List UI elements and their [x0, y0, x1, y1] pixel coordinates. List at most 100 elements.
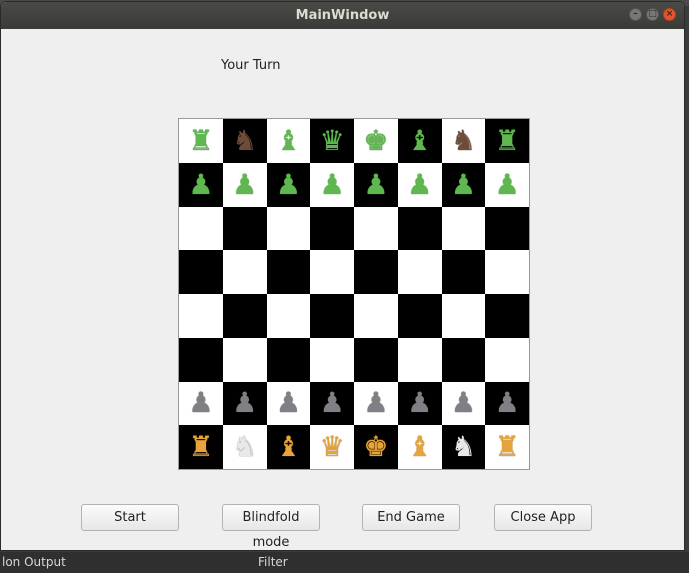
- board-square-f3[interactable]: [397, 337, 442, 382]
- board-square-f6[interactable]: [397, 206, 442, 251]
- pawn-icon[interactable]: ♟: [186, 169, 216, 200]
- knight-icon[interactable]: ♞: [448, 432, 478, 462]
- pawn-icon[interactable]: ♟: [361, 388, 391, 418]
- board-square-a5[interactable]: [179, 250, 223, 294]
- pawn-icon[interactable]: ♟: [230, 388, 260, 418]
- board-square-a1[interactable]: ♜: [179, 425, 223, 469]
- board-square-d2[interactable]: ♟: [310, 381, 354, 426]
- board-square-f7[interactable]: ♟: [397, 162, 442, 207]
- board-square-h3[interactable]: [485, 337, 529, 382]
- board-square-e3[interactable]: [354, 337, 398, 382]
- board-square-a8[interactable]: ♜: [179, 119, 223, 163]
- rook-icon[interactable]: ♜: [492, 432, 522, 462]
- minimize-icon[interactable]: –: [629, 8, 642, 21]
- board-square-g5[interactable]: [441, 250, 486, 294]
- pawn-icon[interactable]: ♟: [273, 169, 303, 200]
- title-bar[interactable]: MainWindow – □ ×: [1, 2, 684, 29]
- board-square-b8[interactable]: ♞: [222, 119, 267, 163]
- board-square-d7[interactable]: ♟: [310, 162, 354, 207]
- pawn-icon[interactable]: ♟: [448, 169, 478, 200]
- board-square-e5[interactable]: [354, 250, 398, 294]
- board-square-c1[interactable]: ♝: [266, 425, 311, 469]
- pawn-icon[interactable]: ♟: [273, 388, 303, 418]
- board-square-c4[interactable]: [266, 294, 311, 338]
- knight-icon[interactable]: ♞: [448, 125, 478, 156]
- board-square-g4[interactable]: [441, 294, 486, 338]
- board-square-a2[interactable]: ♟: [179, 381, 223, 426]
- board-square-d3[interactable]: [310, 337, 354, 382]
- close-icon[interactable]: ×: [663, 8, 676, 21]
- board-square-b6[interactable]: [222, 206, 267, 251]
- board-square-e6[interactable]: [354, 206, 398, 251]
- rook-icon[interactable]: ♜: [186, 432, 216, 462]
- king-icon[interactable]: ♚: [361, 432, 391, 462]
- board-square-g3[interactable]: [441, 337, 486, 382]
- pawn-icon[interactable]: ♟: [405, 388, 435, 418]
- board-square-h1[interactable]: ♜: [485, 425, 529, 469]
- pawn-icon[interactable]: ♟: [317, 169, 347, 200]
- board-square-d1[interactable]: ♛: [310, 425, 354, 469]
- bishop-icon[interactable]: ♝: [273, 125, 303, 156]
- queen-icon[interactable]: ♛: [317, 432, 347, 462]
- bishop-icon[interactable]: ♝: [405, 125, 435, 156]
- board-square-d5[interactable]: [310, 250, 354, 294]
- rook-icon[interactable]: ♜: [186, 125, 216, 156]
- start-button[interactable]: Start: [81, 504, 179, 531]
- board-square-f5[interactable]: [397, 250, 442, 294]
- bishop-icon[interactable]: ♝: [273, 432, 303, 462]
- board-square-f1[interactable]: ♝: [397, 425, 442, 469]
- board-square-g2[interactable]: ♟: [441, 381, 486, 426]
- bishop-icon[interactable]: ♝: [405, 432, 435, 462]
- board-square-f2[interactable]: ♟: [397, 381, 442, 426]
- board-square-d4[interactable]: [310, 294, 354, 338]
- board-square-h8[interactable]: ♜: [485, 119, 529, 163]
- board-square-b4[interactable]: [222, 294, 267, 338]
- board-square-b3[interactable]: [222, 337, 267, 382]
- pawn-icon[interactable]: ♟: [230, 169, 260, 200]
- board-square-h5[interactable]: [485, 250, 529, 294]
- board-square-h4[interactable]: [485, 294, 529, 338]
- board-square-c6[interactable]: [266, 206, 311, 251]
- chess-board[interactable]: ♜ ♞ ♝ ♛ ♚ ♝ ♞ ♜ ♟ ♟ ♟ ♟ ♟ ♟ ♟ ♟ ♟ ♟ ♟ ♟ ♟ ♟ ♟ ♟ ♜ ♞ ♝ ♛ ♚ ♝ ♞ ♜: [178, 118, 530, 470]
- board-square-g1[interactable]: ♞: [441, 425, 486, 469]
- board-square-e2[interactable]: ♟: [354, 381, 398, 426]
- board-square-d6[interactable]: [310, 206, 354, 251]
- knight-icon[interactable]: ♞: [230, 125, 260, 156]
- board-square-e4[interactable]: [354, 294, 398, 338]
- end-game-button[interactable]: End Game: [362, 504, 460, 531]
- board-square-a6[interactable]: [179, 206, 223, 251]
- pawn-icon[interactable]: ♟: [361, 169, 391, 200]
- king-icon[interactable]: ♚: [361, 125, 391, 156]
- board-square-g8[interactable]: ♞: [441, 119, 486, 163]
- board-square-a3[interactable]: [179, 337, 223, 382]
- board-square-e7[interactable]: ♟: [354, 162, 398, 207]
- board-square-c8[interactable]: ♝: [266, 119, 311, 163]
- board-square-h6[interactable]: [485, 206, 529, 251]
- pawn-icon[interactable]: ♟: [492, 388, 522, 418]
- board-square-c2[interactable]: ♟: [266, 381, 311, 426]
- pawn-icon[interactable]: ♟: [448, 388, 478, 418]
- board-square-h7[interactable]: ♟: [485, 162, 529, 207]
- board-square-f4[interactable]: [397, 294, 442, 338]
- rook-icon[interactable]: ♜: [492, 125, 522, 156]
- pawn-icon[interactable]: ♟: [492, 169, 522, 200]
- board-square-d8[interactable]: ♛: [310, 119, 354, 163]
- board-square-b7[interactable]: ♟: [222, 162, 267, 207]
- knight-icon[interactable]: ♞: [230, 432, 260, 462]
- board-square-b5[interactable]: [222, 250, 267, 294]
- board-square-a4[interactable]: [179, 294, 223, 338]
- board-square-g7[interactable]: ♟: [441, 162, 486, 207]
- board-square-c5[interactable]: [266, 250, 311, 294]
- board-square-f8[interactable]: ♝: [397, 119, 442, 163]
- close-app-button[interactable]: Close App: [494, 504, 592, 531]
- blindfold-mode-button[interactable]: Blindfold mode: [222, 504, 320, 550]
- board-square-a7[interactable]: ♟: [179, 162, 223, 207]
- board-square-e1[interactable]: ♚: [354, 425, 398, 469]
- board-square-c3[interactable]: [266, 337, 311, 382]
- pawn-icon[interactable]: ♟: [186, 388, 216, 418]
- board-square-b2[interactable]: ♟: [222, 381, 267, 426]
- pawn-icon[interactable]: ♟: [317, 388, 347, 418]
- pawn-icon[interactable]: ♟: [405, 169, 435, 200]
- board-square-b1[interactable]: ♞: [222, 425, 267, 469]
- board-square-c7[interactable]: ♟: [266, 162, 311, 207]
